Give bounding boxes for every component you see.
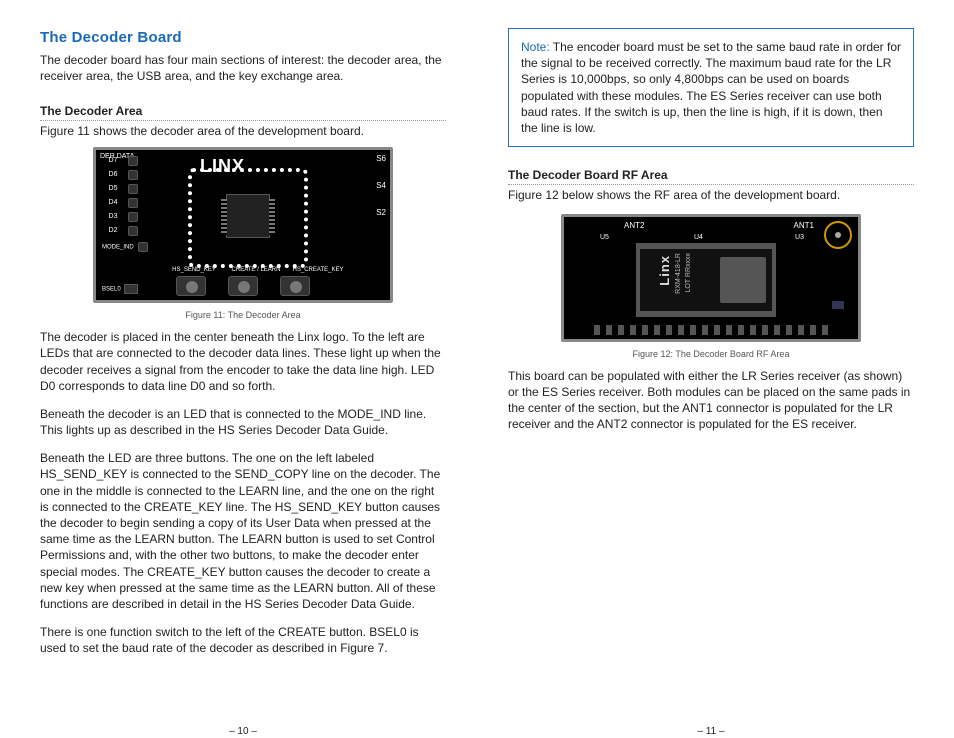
ant1-label: ANT1 — [794, 221, 814, 232]
led-icon — [128, 226, 138, 236]
u4-label: U4 — [694, 233, 703, 242]
figure-11: DER DATA LINX D7 D6 D5 D4 D3 D2 S6 S4 S2… — [40, 147, 446, 303]
led-icon — [138, 242, 148, 252]
button-row — [176, 276, 310, 296]
u3-label: U3 — [795, 233, 804, 242]
note-label: Note: — [521, 40, 550, 54]
module-part: RXM-418-LR — [674, 253, 683, 294]
led-icon — [128, 170, 138, 180]
section-title: The Decoder Board — [40, 28, 446, 48]
paragraph: Beneath the LED are three buttons. The o… — [40, 450, 446, 612]
figure-11-caption: Figure 11: The Decoder Area — [40, 309, 446, 321]
page-number-right: – 11 – — [508, 705, 914, 738]
module-pads-icon — [594, 325, 828, 335]
mode-ind-label: MODE_IND — [102, 242, 148, 252]
led-icon — [128, 198, 138, 208]
ant2-label: ANT2 — [624, 221, 644, 232]
figure-12-caption: Figure 12: The Decoder Board RF Area — [508, 348, 914, 360]
tact-button-icon — [228, 276, 258, 296]
page-right: Note: The encoder board must be set to t… — [502, 28, 914, 738]
subheading-decoder-area: The Decoder Area — [40, 103, 446, 121]
paragraph: The decoder is placed in the center bene… — [40, 329, 446, 394]
paragraph: Beneath the decoder is an LED that is co… — [40, 406, 446, 438]
module-brand: Linx — [656, 255, 674, 286]
tact-button-icon — [280, 276, 310, 296]
fig11-lead: Figure 11 shows the decoder area of the … — [40, 123, 446, 139]
rf-module-icon: Linx RXM-418-LR LOT RRxxxx — [636, 243, 776, 317]
u5-label: U5 — [600, 233, 609, 242]
page-number-left: – 10 – — [40, 705, 446, 738]
note-box: Note: The encoder board must be set to t… — [508, 28, 914, 147]
intro-paragraph: The decoder board has four main sections… — [40, 52, 446, 84]
led-icon — [128, 156, 138, 166]
paragraph: This board can be populated with either … — [508, 368, 914, 433]
module-lot: LOT RRxxxx — [684, 253, 693, 293]
switch-icon — [124, 284, 138, 294]
led-column: D7 D6 D5 D4 D3 D2 — [104, 156, 142, 240]
button-labels: HS_SEND_KEY CREATE / LEARN HS_CREATE_KEY — [166, 266, 346, 274]
figure-12: ANT2 ANT1 U5 U4 U3 Linx RXM-418-LR LOT R… — [508, 214, 914, 342]
fig12-lead: Figure 12 below shows the RF area of the… — [508, 187, 914, 203]
note-text: The encoder board must be set to the sam… — [521, 40, 901, 135]
page-left: The Decoder Board The decoder board has … — [40, 28, 452, 738]
pcb-decoder-area: DER DATA LINX D7 D6 D5 D4 D3 D2 S6 S4 S2… — [93, 147, 393, 303]
s-labels: S6 S4 S2 — [376, 154, 386, 234]
tact-button-icon — [176, 276, 206, 296]
sma-connector-icon — [824, 221, 852, 249]
subheading-rf-area: The Decoder Board RF Area — [508, 167, 914, 185]
bsel-label: BSEL0 — [102, 284, 138, 294]
led-icon — [128, 184, 138, 194]
decoder-chip-icon — [226, 194, 270, 238]
capacitor-icon — [832, 301, 844, 309]
paragraph: There is one function switch to the left… — [40, 624, 446, 656]
led-icon — [128, 212, 138, 222]
pcb-rf-area: ANT2 ANT1 U5 U4 U3 Linx RXM-418-LR LOT R… — [561, 214, 861, 342]
rf-shield-icon — [720, 257, 766, 303]
